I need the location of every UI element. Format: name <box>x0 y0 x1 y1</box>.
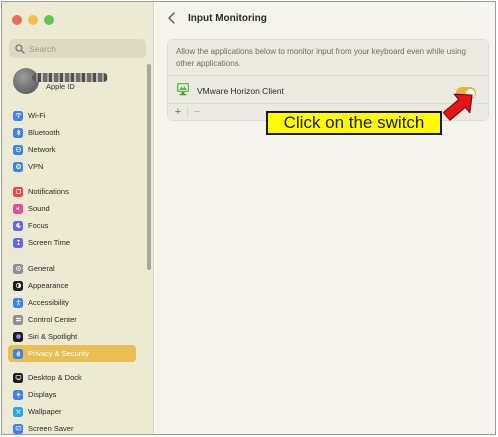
chevron-left-icon <box>168 12 175 24</box>
hand-icon <box>13 348 23 359</box>
remove-app-button[interactable]: − <box>192 106 202 118</box>
bluetooth-icon <box>13 127 23 138</box>
sidebar-item-screen-saver[interactable]: Screen Saver <box>8 420 136 434</box>
sidebar-item-label: Control Center <box>28 315 77 324</box>
sidebar-item-label: Bluetooth <box>28 128 60 137</box>
close-window-button[interactable] <box>12 15 22 25</box>
focus-icon <box>13 220 23 231</box>
panel-description: Allow the applications below to monitor … <box>176 47 466 68</box>
sidebar-section: Desktop & Dock Displays Wallpaper Screen Sa… <box>8 369 136 434</box>
sidebar-item-label: Privacy & Security <box>28 349 89 358</box>
search-icon <box>15 43 25 54</box>
sidebar-item-label: Appearance <box>28 281 69 290</box>
accessibility-icon <box>13 297 23 308</box>
add-app-button[interactable]: + <box>173 106 183 118</box>
sidebar-item-focus[interactable]: Focus <box>8 217 136 234</box>
sidebar-item-accessibility[interactable]: Accessibility <box>8 294 136 311</box>
search-field[interactable] <box>9 39 146 58</box>
annotation-arrow-icon <box>442 93 473 121</box>
sidebar-item-label: Screen Saver <box>28 424 74 433</box>
page-title: Input Monitoring <box>188 13 267 24</box>
annotation-callout: Click on the switch <box>266 111 442 135</box>
wallpaper-icon <box>13 406 23 417</box>
settings-window: Apple ID Wi-Fi Bluetooth Network VPN Notific… <box>1 1 496 435</box>
wifi-icon <box>13 110 23 121</box>
screen-time-icon <box>13 237 23 248</box>
sidebar-item-appearance[interactable]: Appearance <box>8 277 136 294</box>
sidebar-item-bluetooth[interactable]: Bluetooth <box>8 124 136 141</box>
gear-icon <box>13 263 23 274</box>
window-controls <box>12 15 54 25</box>
sidebar-scrollbar[interactable] <box>147 64 151 270</box>
main-content: Input Monitoring Allow the applications … <box>155 2 495 434</box>
siri-icon <box>13 331 23 342</box>
sidebar: Apple ID Wi-Fi Bluetooth Network VPN Notific… <box>2 2 154 434</box>
sidebar-item-label: VPN <box>28 162 44 171</box>
sidebar-item-sound[interactable]: Sound <box>8 200 136 217</box>
sidebar-item-label: Siri & Spotlight <box>28 332 78 341</box>
sidebar-item-screen-time[interactable]: Screen Time <box>8 234 136 251</box>
sidebar-item-network[interactable]: Network <box>8 141 136 158</box>
sidebar-item-displays[interactable]: Displays <box>8 386 136 403</box>
apple-id-account[interactable]: Apple ID <box>10 68 140 94</box>
sidebar-item-label: Accessibility <box>28 298 69 307</box>
sidebar-item-wallpaper[interactable]: Wallpaper <box>8 403 136 420</box>
network-icon <box>13 144 23 155</box>
sidebar-item-siri-and-spotlight[interactable]: Siri & Spotlight <box>8 328 136 345</box>
sidebar-section: Notifications Sound Focus Screen Time <box>8 183 136 251</box>
sidebar-item-label: Screen Time <box>28 238 71 247</box>
button-separator <box>187 107 188 117</box>
sidebar-item-general[interactable]: General <box>8 260 136 277</box>
sidebar-item-notifications[interactable]: Notifications <box>8 183 136 200</box>
minimize-window-button[interactable] <box>28 15 38 25</box>
sound-icon <box>13 203 23 214</box>
displays-icon <box>13 389 23 400</box>
notifications-icon <box>13 186 23 197</box>
sidebar-item-label: Sound <box>28 204 50 213</box>
sidebar-item-label: Focus <box>28 221 49 230</box>
search-input[interactable] <box>29 43 139 54</box>
sidebar-item-label: Desktop & Dock <box>28 373 82 382</box>
sidebar-item-label: Network <box>28 145 56 154</box>
appearance-icon <box>13 280 23 291</box>
sidebar-item-label: Wallpaper <box>28 407 62 416</box>
sidebar-item-label: General <box>28 264 55 273</box>
sidebar-item-desktop-and-dock[interactable]: Desktop & Dock <box>8 369 136 386</box>
sidebar-item-wi-fi[interactable]: Wi-Fi <box>8 107 136 124</box>
list-controls: + − <box>173 106 202 118</box>
sidebar-section: General Appearance Accessibility Control Ce… <box>8 260 136 362</box>
control-center-icon <box>13 314 23 325</box>
sidebar-item-vpn[interactable]: VPN <box>8 158 136 175</box>
screen-saver-icon <box>13 423 23 434</box>
apple-id-label: Apple ID <box>46 82 75 91</box>
app-name: VMware Horizon Client <box>197 86 284 96</box>
sidebar-item-label: Displays <box>28 390 57 399</box>
sidebar-item-label: Wi-Fi <box>28 111 46 120</box>
redacted-name <box>32 73 108 82</box>
sidebar-item-privacy-and-security[interactable]: Privacy & Security <box>8 345 136 362</box>
desktop-dock-icon <box>13 372 23 383</box>
sidebar-item-label: Notifications <box>28 187 69 196</box>
vmware-horizon-app-icon <box>177 83 189 96</box>
vpn-icon <box>13 161 23 172</box>
zoom-window-button[interactable] <box>44 15 54 25</box>
sidebar-section: Wi-Fi Bluetooth Network VPN <box>8 107 136 175</box>
sidebar-item-control-center[interactable]: Control Center <box>8 311 136 328</box>
back-button[interactable] <box>167 12 179 26</box>
